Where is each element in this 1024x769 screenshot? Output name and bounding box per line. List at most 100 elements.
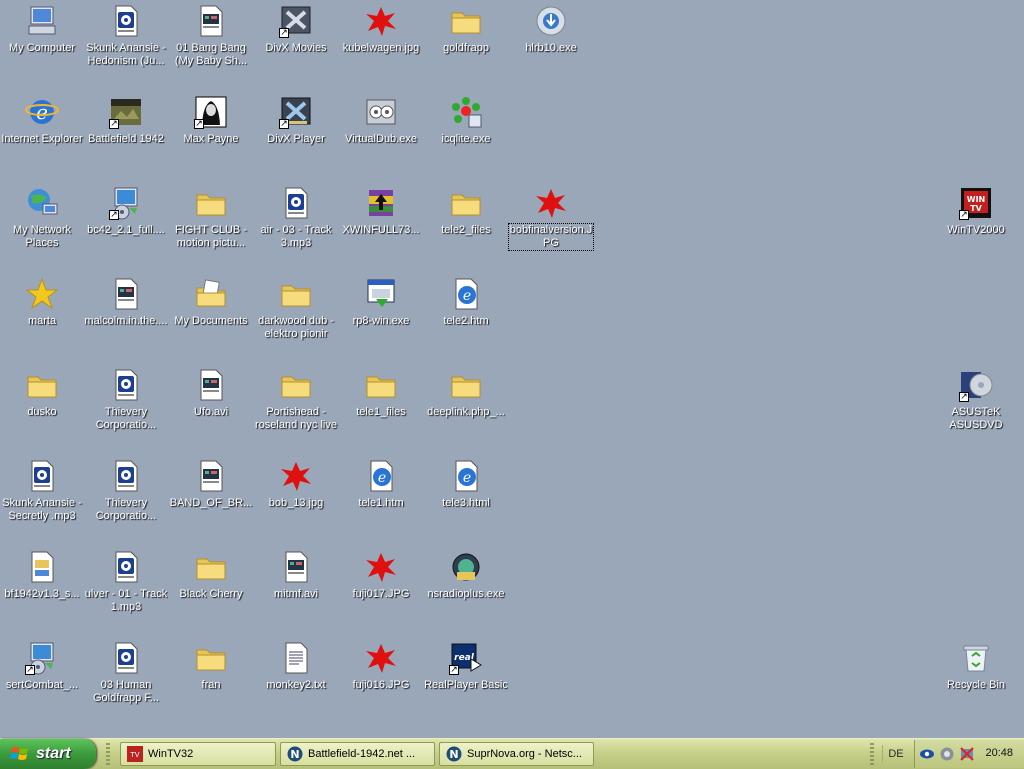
desktop-icon-label: tele2.htm — [443, 315, 489, 327]
desktop[interactable]: My Computer Skunk Anansie - Hedonism (Ju.… — [0, 0, 1024, 738]
desktop-icon[interactable]: darkwood dub - elektro pionir — [254, 275, 338, 361]
desktop-icon[interactable]: ↗ Max Payne — [169, 93, 253, 179]
desktop-icon[interactable]: Black Cherry — [169, 548, 253, 634]
html-file-icon: e — [364, 459, 398, 493]
svg-text:e: e — [463, 470, 471, 486]
desktop-icon[interactable]: bf1942v1.3_s... — [0, 548, 84, 634]
desktop-icon[interactable]: ↗ DivX Movies — [254, 2, 338, 88]
desktop-icon[interactable]: Portishead - roseland nyc live — [254, 366, 338, 452]
desktop-icon[interactable]: e Internet Explorer — [0, 93, 84, 179]
language-indicator[interactable]: DE — [882, 745, 909, 763]
shortcut-arrow-icon: ↗ — [959, 210, 969, 220]
desktop-icon[interactable]: hlrb10.exe — [509, 2, 593, 88]
desktop-icon[interactable]: ↗ sertCombat_... — [0, 639, 84, 725]
desktop-icon[interactable]: goldfrapp — [424, 2, 508, 88]
desktop-icon[interactable]: rp8-win.exe — [339, 275, 423, 361]
desktop-icon[interactable]: ↗ DivX Player — [254, 93, 338, 179]
desktop-icon[interactable]: ↗ ASUSTeK ASUSDVD — [934, 366, 1018, 452]
shortcut-arrow-icon: ↗ — [194, 119, 204, 129]
desktop-icon[interactable]: marta — [0, 275, 84, 361]
desktop-icon[interactable]: monkey2.txt — [254, 639, 338, 725]
desktop-icon[interactable]: ulver - 01 - Track 1.mp3 — [84, 548, 168, 634]
desktop-icon[interactable]: ↗ bc42_2.1_full.... — [84, 184, 168, 270]
desktop-icon[interactable]: VirtualDub.exe — [339, 93, 423, 179]
folder-icon — [25, 368, 59, 402]
desktop-icon-label: DivX Player — [267, 133, 325, 145]
desktop-icon-label: bf1942v1.3_s... — [4, 588, 80, 600]
shortcut-arrow-icon: ↗ — [959, 392, 969, 402]
desktop-icon[interactable]: 01 Bang Bang (My Baby Sh... — [169, 2, 253, 88]
desktop-icon-label: BAND_OF_BR... — [169, 497, 253, 509]
desktop-icon[interactable]: nsradioplus.exe — [424, 548, 508, 634]
desktop-icon[interactable]: FIGHT CLUB - motion pictu... — [169, 184, 253, 270]
shortcut-arrow-icon: ↗ — [25, 665, 35, 675]
desktop-icon[interactable]: dusko — [0, 366, 84, 452]
desktop-icon[interactable]: fuji017.JPG — [339, 548, 423, 634]
desktop-icon[interactable]: bobfinalversion.JPG — [508, 184, 594, 270]
desktop-icon[interactable]: Recycle Bin — [934, 639, 1018, 725]
desktop-icon-label: marta — [27, 315, 57, 327]
folder-icon — [279, 277, 313, 311]
realplayer-icon: real ↗ — [449, 641, 483, 675]
desktop-icon-label: Thievery Corporatio... — [95, 406, 157, 431]
shortcut-arrow-icon: ↗ — [279, 28, 289, 38]
desktop-icon[interactable]: tele2_files — [424, 184, 508, 270]
desktop-icon[interactable]: My Network Places — [0, 184, 84, 270]
folder-icon — [449, 186, 483, 220]
clock[interactable]: 20:48 — [985, 747, 1013, 759]
desktop-icon[interactable]: My Documents — [169, 275, 253, 361]
desktop-icon[interactable]: My Computer — [0, 2, 84, 88]
desktop-icon-label: FIGHT CLUB - motion pictu... — [175, 224, 247, 249]
taskbar-button-suprnova[interactable]: N SuprNova.org - Netsc... — [439, 742, 594, 766]
desktop-icon[interactable]: BAND_OF_BR... — [169, 457, 253, 543]
eye-tray-icon[interactable] — [919, 746, 935, 762]
desktop-icon[interactable]: air - 03 - Track 3.mp3 — [254, 184, 338, 270]
desktop-icon-label: deeplink.php_... — [427, 406, 505, 418]
toolbar-grip[interactable] — [106, 743, 110, 765]
desktop-icon[interactable]: fuji016.JPG — [339, 639, 423, 725]
divx-icon: ↗ — [279, 4, 313, 38]
desktop-icon[interactable]: kubelwagen.jpg — [339, 2, 423, 88]
installer-icon — [534, 4, 568, 38]
folder-icon — [194, 550, 228, 584]
desktop-icon[interactable]: Skunk Anansie - Hedonism (Ju... — [84, 2, 168, 88]
desktop-icon[interactable]: XWINFULL73... — [339, 184, 423, 270]
desktop-icon[interactable]: icqlite.exe — [424, 93, 508, 179]
desktop-icon-label: 01 Bang Bang (My Baby Sh... — [174, 42, 248, 67]
desktop-icon[interactable]: mitmf.avi — [254, 548, 338, 634]
desktop-icon-label: fuji017.JPG — [352, 588, 410, 600]
desktop-icon-label: fuji016.JPG — [352, 679, 410, 691]
taskbar-button-battlefield[interactable]: N Battlefield-1942.net ... — [280, 742, 435, 766]
media-file-icon — [279, 186, 313, 220]
desktop-icon[interactable]: WIN TV ↗ WinTV2000 — [934, 184, 1018, 270]
start-button[interactable]: start — [0, 739, 96, 769]
desktop-icon[interactable]: ↗ Battlefield 1942 — [84, 93, 168, 179]
desktop-icon[interactable]: Skunk Anansie - Secretly .mp3 — [0, 457, 84, 543]
desktop-icon[interactable]: Thievery Corporatio... — [84, 457, 168, 543]
desktop-icon-label: malcolm.in.the.... — [84, 315, 168, 327]
desktop-icon[interactable]: Thievery Corporatio... — [84, 366, 168, 452]
wintv-icon: WIN TV ↗ — [959, 186, 993, 220]
desktop-icon[interactable]: deeplink.php_... — [424, 366, 508, 452]
jpeg-image-icon — [364, 550, 398, 584]
desktop-icon[interactable]: e tele3.html — [424, 457, 508, 543]
desktop-icon-label: dusko — [27, 406, 57, 418]
desktop-icon-label: DivX Movies — [265, 42, 327, 54]
desktop-icon[interactable]: bob_13.jpg — [254, 457, 338, 543]
desktop-icon[interactable]: tele1_files — [339, 366, 423, 452]
setup-icon: ↗ — [25, 641, 59, 675]
toolbar-grip[interactable] — [870, 743, 874, 765]
taskbar-button-wintv32[interactable]: TV WinTV32 — [120, 742, 276, 766]
folder-icon — [449, 4, 483, 38]
desktop-icon[interactable]: Ufo.avi — [169, 366, 253, 452]
desktop-icon[interactable]: e tele1.htm — [339, 457, 423, 543]
desktop-icon-label: XWINFULL73... — [342, 224, 420, 236]
desktop-icon[interactable]: real ↗ RealPlayer Basic — [424, 639, 508, 725]
media-file-icon — [109, 368, 143, 402]
desktop-icon[interactable]: e tele2.htm — [424, 275, 508, 361]
desktop-icon[interactable]: 03 Human Goldfrapp F... — [84, 639, 168, 725]
network-tray-icon[interactable] — [959, 746, 975, 762]
desktop-icon[interactable]: fran — [169, 639, 253, 725]
speaker-tray-icon[interactable] — [939, 746, 955, 762]
desktop-icon[interactable]: malcolm.in.the.... — [84, 275, 168, 361]
